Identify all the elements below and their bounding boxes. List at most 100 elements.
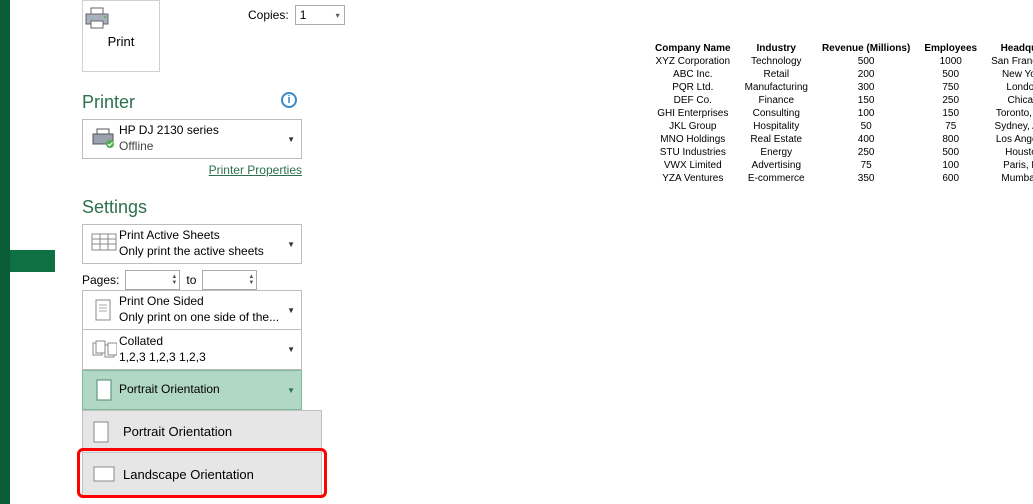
printer-properties-link[interactable]: Printer Properties bbox=[82, 163, 302, 177]
table-cell: Retail bbox=[738, 68, 815, 81]
table-cell: VWX Limited bbox=[648, 159, 738, 172]
settings-heading: Settings bbox=[82, 197, 352, 218]
orientation-selector[interactable]: Portrait Orientation ▼ bbox=[82, 370, 302, 410]
table-cell: PQR Ltd. bbox=[648, 81, 738, 94]
table-cell: 500 bbox=[917, 68, 984, 81]
table-cell: Finance bbox=[738, 94, 815, 107]
table-cell: JKL Group bbox=[648, 120, 738, 133]
orientation-option-label: Portrait Orientation bbox=[123, 424, 232, 439]
settings-stack: Print Active Sheets Only print the activ… bbox=[82, 224, 302, 496]
table-cell: 150 bbox=[815, 94, 917, 107]
table-cell: 50 bbox=[815, 120, 917, 133]
chevron-down-icon: ▼ bbox=[287, 135, 295, 144]
table-cell: Chicago, IL bbox=[984, 94, 1033, 107]
table-cell: 100 bbox=[917, 159, 984, 172]
table-cell: Advertising bbox=[738, 159, 815, 172]
table-cell: 500 bbox=[815, 55, 917, 68]
landscape-page-icon bbox=[93, 466, 113, 482]
pages-to-input[interactable]: ▲▼ bbox=[202, 270, 257, 290]
table-row: YZA VenturesE-commerce350600Mumbai, Indi… bbox=[648, 172, 1033, 185]
table-row: DEF Co.Finance150250Chicago, IL bbox=[648, 94, 1033, 107]
print-what-sub: Only print the active sheets bbox=[119, 244, 287, 260]
table-cell: Los Angeles, CA bbox=[984, 133, 1033, 146]
table-cell: 400 bbox=[815, 133, 917, 146]
printer-status-icon bbox=[89, 128, 119, 150]
print-button[interactable]: Print bbox=[82, 0, 160, 72]
table-cell: 600 bbox=[917, 172, 984, 185]
orientation-selected: Portrait Orientation bbox=[119, 382, 287, 398]
printer-selector[interactable]: HP DJ 2130 series Offline ▼ bbox=[82, 119, 302, 159]
printer-name: HP DJ 2130 series bbox=[119, 123, 287, 139]
table-row: GHI EnterprisesConsulting100150Toronto, … bbox=[648, 107, 1033, 120]
table-cell: 500 bbox=[917, 146, 984, 159]
table-row: ABC Inc.Retail200500New York, NY bbox=[648, 68, 1033, 81]
orientation-option-label: Landscape Orientation bbox=[123, 467, 254, 482]
table-cell: STU Industries bbox=[648, 146, 738, 159]
table-cell: Toronto, Canada bbox=[984, 107, 1033, 120]
copies-value: 1 bbox=[300, 8, 307, 22]
table-cell: DEF Co. bbox=[648, 94, 738, 107]
table-cell: 250 bbox=[815, 146, 917, 159]
table-cell: GHI Enterprises bbox=[648, 107, 738, 120]
chevron-down-icon: ▾ bbox=[336, 11, 340, 20]
copies-row: Copies: 1 ▾ bbox=[248, 5, 345, 25]
collation-title: Collated bbox=[119, 334, 287, 350]
printer-heading: Printer bbox=[82, 92, 352, 113]
table-cell: San Francisco, CA bbox=[984, 55, 1033, 68]
table-cell: 1000 bbox=[917, 55, 984, 68]
sides-selector[interactable]: Print One Sided Only print on one side o… bbox=[82, 290, 302, 330]
table-cell: Manufacturing bbox=[738, 81, 815, 94]
table-cell: Real Estate bbox=[738, 133, 815, 146]
orientation-option-landscape[interactable]: Landscape Orientation bbox=[83, 453, 321, 495]
table-row: JKL GroupHospitality5075Sydney, Australi… bbox=[648, 120, 1033, 133]
copies-label: Copies: bbox=[248, 8, 289, 22]
sides-sub: Only print on one side of the... bbox=[119, 310, 287, 326]
table-header: Company Name bbox=[648, 42, 738, 55]
table-cell: Consulting bbox=[738, 107, 815, 120]
pages-from-input[interactable]: ▲▼ bbox=[125, 270, 180, 290]
chevron-down-icon: ▼ bbox=[287, 240, 295, 249]
info-icon[interactable]: i bbox=[281, 92, 297, 108]
table-cell: 750 bbox=[917, 81, 984, 94]
printer-icon bbox=[83, 6, 159, 30]
table-cell: 250 bbox=[917, 94, 984, 107]
collation-selector[interactable]: Collated 1,2,3 1,2,3 1,2,3 ▼ bbox=[82, 330, 302, 370]
table-cell: 350 bbox=[815, 172, 917, 185]
print-settings-panel: Print Copies: 1 ▾ Printer i HP DJ 2130 s… bbox=[82, 0, 352, 496]
table-row: PQR Ltd.Manufacturing300750London, UK bbox=[648, 81, 1033, 94]
backstage-selected-tab bbox=[10, 250, 55, 272]
table-row: VWX LimitedAdvertising75100Paris, France bbox=[648, 159, 1033, 172]
table-cell: 800 bbox=[917, 133, 984, 146]
page-icon bbox=[89, 298, 119, 322]
table-cell: 100 bbox=[815, 107, 917, 120]
collated-icon bbox=[89, 339, 119, 361]
table-cell: E-commerce bbox=[738, 172, 815, 185]
table-row: STU IndustriesEnergy250500Houston, TX bbox=[648, 146, 1033, 159]
table-cell: Hospitality bbox=[738, 120, 815, 133]
orientation-menu: Portrait Orientation Landscape Orientati… bbox=[82, 410, 322, 496]
sheet-icon bbox=[89, 233, 119, 255]
table-header: Headquarters bbox=[984, 42, 1033, 55]
portrait-page-icon bbox=[93, 421, 113, 443]
print-preview: Company NameIndustryRevenue (Millions)Em… bbox=[648, 42, 1033, 185]
pages-to-label: to bbox=[186, 273, 196, 287]
table-cell: 200 bbox=[815, 68, 917, 81]
table-header: Industry bbox=[738, 42, 815, 55]
table-cell: Sydney, Australia bbox=[984, 120, 1033, 133]
backstage-strip bbox=[0, 0, 10, 504]
orientation-option-portrait[interactable]: Portrait Orientation bbox=[83, 411, 321, 453]
print-button-label: Print bbox=[83, 34, 159, 49]
table-cell: Technology bbox=[738, 55, 815, 68]
pages-row: Pages: ▲▼ to ▲▼ bbox=[82, 270, 302, 290]
copies-input[interactable]: 1 ▾ bbox=[295, 5, 345, 25]
table-header: Employees bbox=[917, 42, 984, 55]
table-cell: YZA Ventures bbox=[648, 172, 738, 185]
table-cell: 75 bbox=[917, 120, 984, 133]
table-cell: 300 bbox=[815, 81, 917, 94]
print-what-selector[interactable]: Print Active Sheets Only print the activ… bbox=[82, 224, 302, 264]
chevron-down-icon: ▼ bbox=[287, 386, 295, 395]
table-cell: Energy bbox=[738, 146, 815, 159]
table-cell: ABC Inc. bbox=[648, 68, 738, 81]
pages-label: Pages: bbox=[82, 273, 119, 287]
printer-status: Offline bbox=[119, 139, 287, 155]
